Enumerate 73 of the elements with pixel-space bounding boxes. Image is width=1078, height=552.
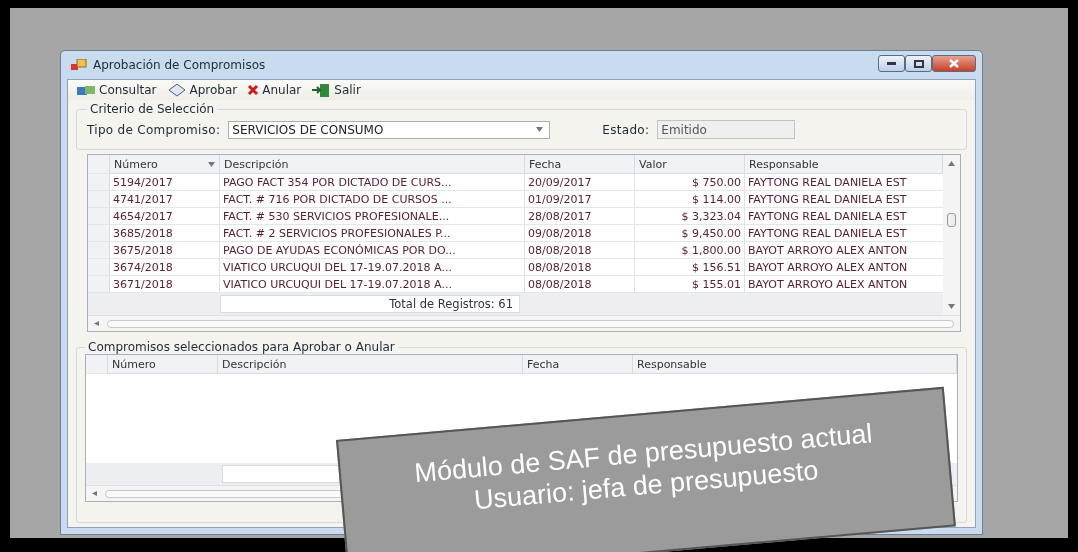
table-cell: 5194/2017 <box>110 174 220 191</box>
row-header[interactable] <box>88 155 110 174</box>
table-cell: $ 156.51 <box>635 259 745 276</box>
row-header[interactable] <box>88 208 110 225</box>
window-title: Aprobación de Compromisos <box>93 58 267 72</box>
door-exit-icon <box>311 82 332 98</box>
vertical-scrollbar[interactable] <box>943 155 960 315</box>
close-button[interactable] <box>932 55 976 72</box>
field-label: Estado: <box>602 122 650 137</box>
state-field: Emitido <box>657 120 796 139</box>
total-records: Total de Registros: 61 <box>220 295 520 313</box>
group-title: Criterio de Selección <box>89 102 216 116</box>
table-cell: 3675/2018 <box>110 242 220 259</box>
table-cell: FACT. # 716 POR DICTADO DE CURSOS ... <box>220 191 525 208</box>
column-header[interactable]: Fecha <box>525 155 635 174</box>
close-icon <box>949 59 959 68</box>
column-header[interactable]: Número <box>108 355 218 374</box>
scroll-thumb[interactable] <box>947 213 956 227</box>
scroll-down-icon[interactable] <box>948 304 955 309</box>
minimize-button[interactable] <box>878 55 905 72</box>
column-header[interactable]: Descripción <box>218 355 523 374</box>
row-header[interactable] <box>88 276 110 293</box>
toolbar-button[interactable]: Anular <box>247 83 302 97</box>
table-cell: 4654/2017 <box>110 208 220 225</box>
table-cell: FACT. # 2 SERVICIOS PROFESIONALES P... <box>220 225 525 242</box>
table-cell: $ 9,450.00 <box>635 225 745 242</box>
row-header[interactable] <box>88 259 110 276</box>
column-header[interactable]: Descripción <box>220 155 525 174</box>
column-header[interactable]: Responsable <box>745 155 943 174</box>
scroll-left-icon[interactable] <box>94 321 101 326</box>
caret-icon[interactable] <box>536 127 544 132</box>
column-header[interactable]: Valor <box>635 155 745 174</box>
table-cell: 3674/2018 <box>110 259 220 276</box>
folders-icon <box>76 84 96 96</box>
table-cell: $ 114.00 <box>635 191 745 208</box>
scroll-up-icon[interactable] <box>948 161 955 166</box>
table-cell: 08/08/2018 <box>525 242 635 259</box>
table-cell: VIATICO URCUQUI DEL 17-19.07.2018 A... <box>220 259 525 276</box>
group-title: Compromisos seleccionados para Aprobar o Anular <box>87 340 396 354</box>
table-cell: $ 750.00 <box>635 174 745 191</box>
toolbar-button[interactable]: Salir <box>311 82 361 98</box>
scroll-left-icon[interactable] <box>92 491 99 496</box>
table-cell: $ 3,323.04 <box>635 208 745 225</box>
row-header[interactable] <box>88 242 110 259</box>
table-cell: 09/08/2018 <box>525 225 635 242</box>
sort-arrow-icon[interactable] <box>208 161 215 167</box>
column-header[interactable]: Responsable <box>633 355 957 374</box>
table-cell: 3685/2018 <box>110 225 220 242</box>
row-header[interactable] <box>88 191 110 208</box>
row-header[interactable] <box>86 355 108 374</box>
field-label: Tipo de Compromiso: <box>87 122 221 137</box>
column-header[interactable]: Número <box>110 155 220 174</box>
cross-icon <box>247 84 260 96</box>
toolbar-button[interactable]: Consultar <box>76 83 157 97</box>
table-cell: 20/09/2017 <box>525 174 635 191</box>
row-header[interactable] <box>88 225 110 242</box>
table-cell: 08/08/2018 <box>525 259 635 276</box>
minimize-icon <box>887 62 896 65</box>
maximize-icon <box>913 59 924 68</box>
toolbar-button[interactable]: Aprobar <box>166 83 238 97</box>
app-icon <box>71 59 87 71</box>
table-cell: PAGO DE AYUDAS ECONÓMICAS POR DO... <box>220 242 525 259</box>
table-cell: $ 1,800.00 <box>635 242 745 259</box>
table-cell: PAGO FACT 354 POR DICTADO DE CURS... <box>220 174 525 191</box>
table-cell: FACT. # 530 SERVICIOS PROFESIONALE... <box>220 208 525 225</box>
table-cell: 4741/2017 <box>110 191 220 208</box>
table-cell: 01/09/2017 <box>525 191 635 208</box>
type-dropdown[interactable]: SERVICIOS DE CONSUMO <box>228 120 551 139</box>
maximize-button[interactable] <box>905 55 932 72</box>
column-header[interactable]: Fecha <box>523 355 633 374</box>
table-cell: 28/08/2017 <box>525 208 635 225</box>
row-header[interactable] <box>88 174 110 191</box>
horizontal-scrollbar[interactable] <box>88 315 960 331</box>
